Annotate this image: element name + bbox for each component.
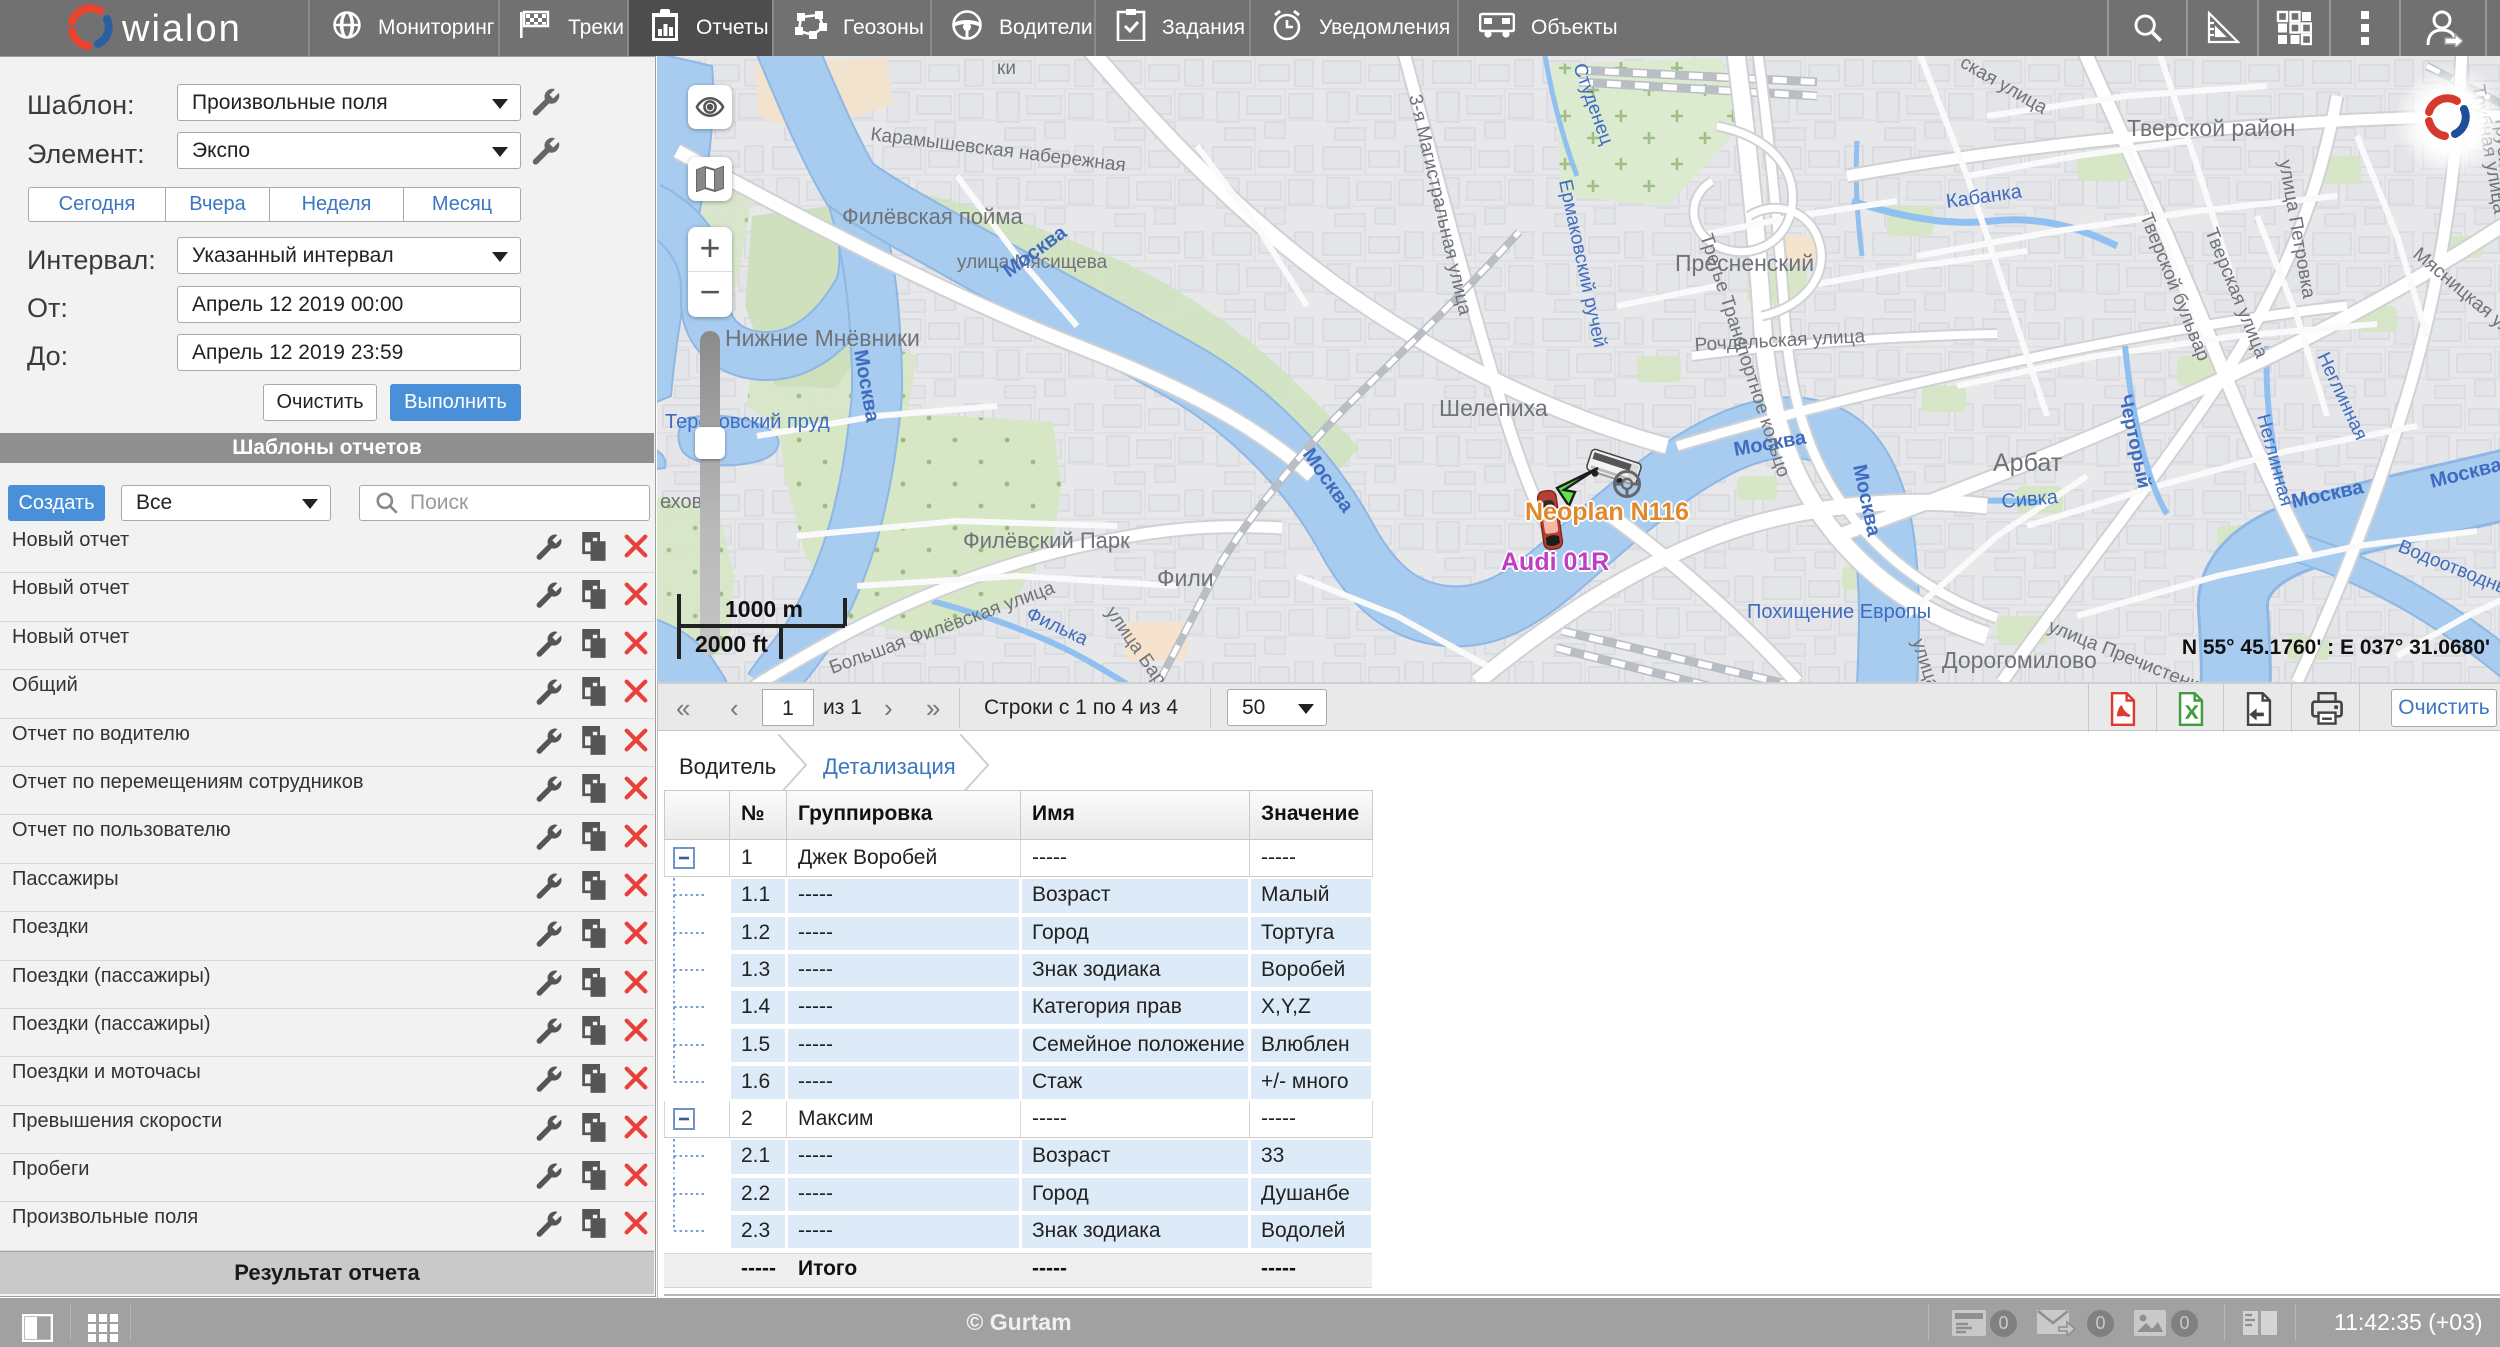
svg-text:Дорогомилово: Дорогомилово	[1942, 647, 2097, 673]
svg-text:Филёвский Парк: Филёвский Парк	[963, 528, 1130, 553]
svg-text:ки: ки	[997, 58, 1016, 79]
svg-text:Тверской район: Тверской район	[2127, 115, 2295, 141]
svg-text:wialon: wialon	[121, 8, 242, 50]
svg-text:1000 m: 1000 m	[725, 596, 803, 622]
svg-text:Тереховский пруд: Тереховский пруд	[665, 411, 830, 433]
svg-text:Фили: Фили	[1157, 565, 1214, 591]
svg-text:Шелепиха: Шелепиха	[1439, 395, 1548, 421]
svg-text:Пресненский: Пресненский	[1675, 250, 1814, 276]
svg-text:Похищение Европы: Похищение Европы	[1747, 601, 1931, 623]
svg-text:2000 ft: 2000 ft	[695, 631, 768, 657]
svg-text:Арбат: Арбат	[1993, 449, 2063, 477]
svg-text:Филёвская пойма: Филёвская пойма	[842, 204, 1023, 229]
svg-text:Нижние Мнёвники: Нижние Мнёвники	[725, 325, 920, 351]
